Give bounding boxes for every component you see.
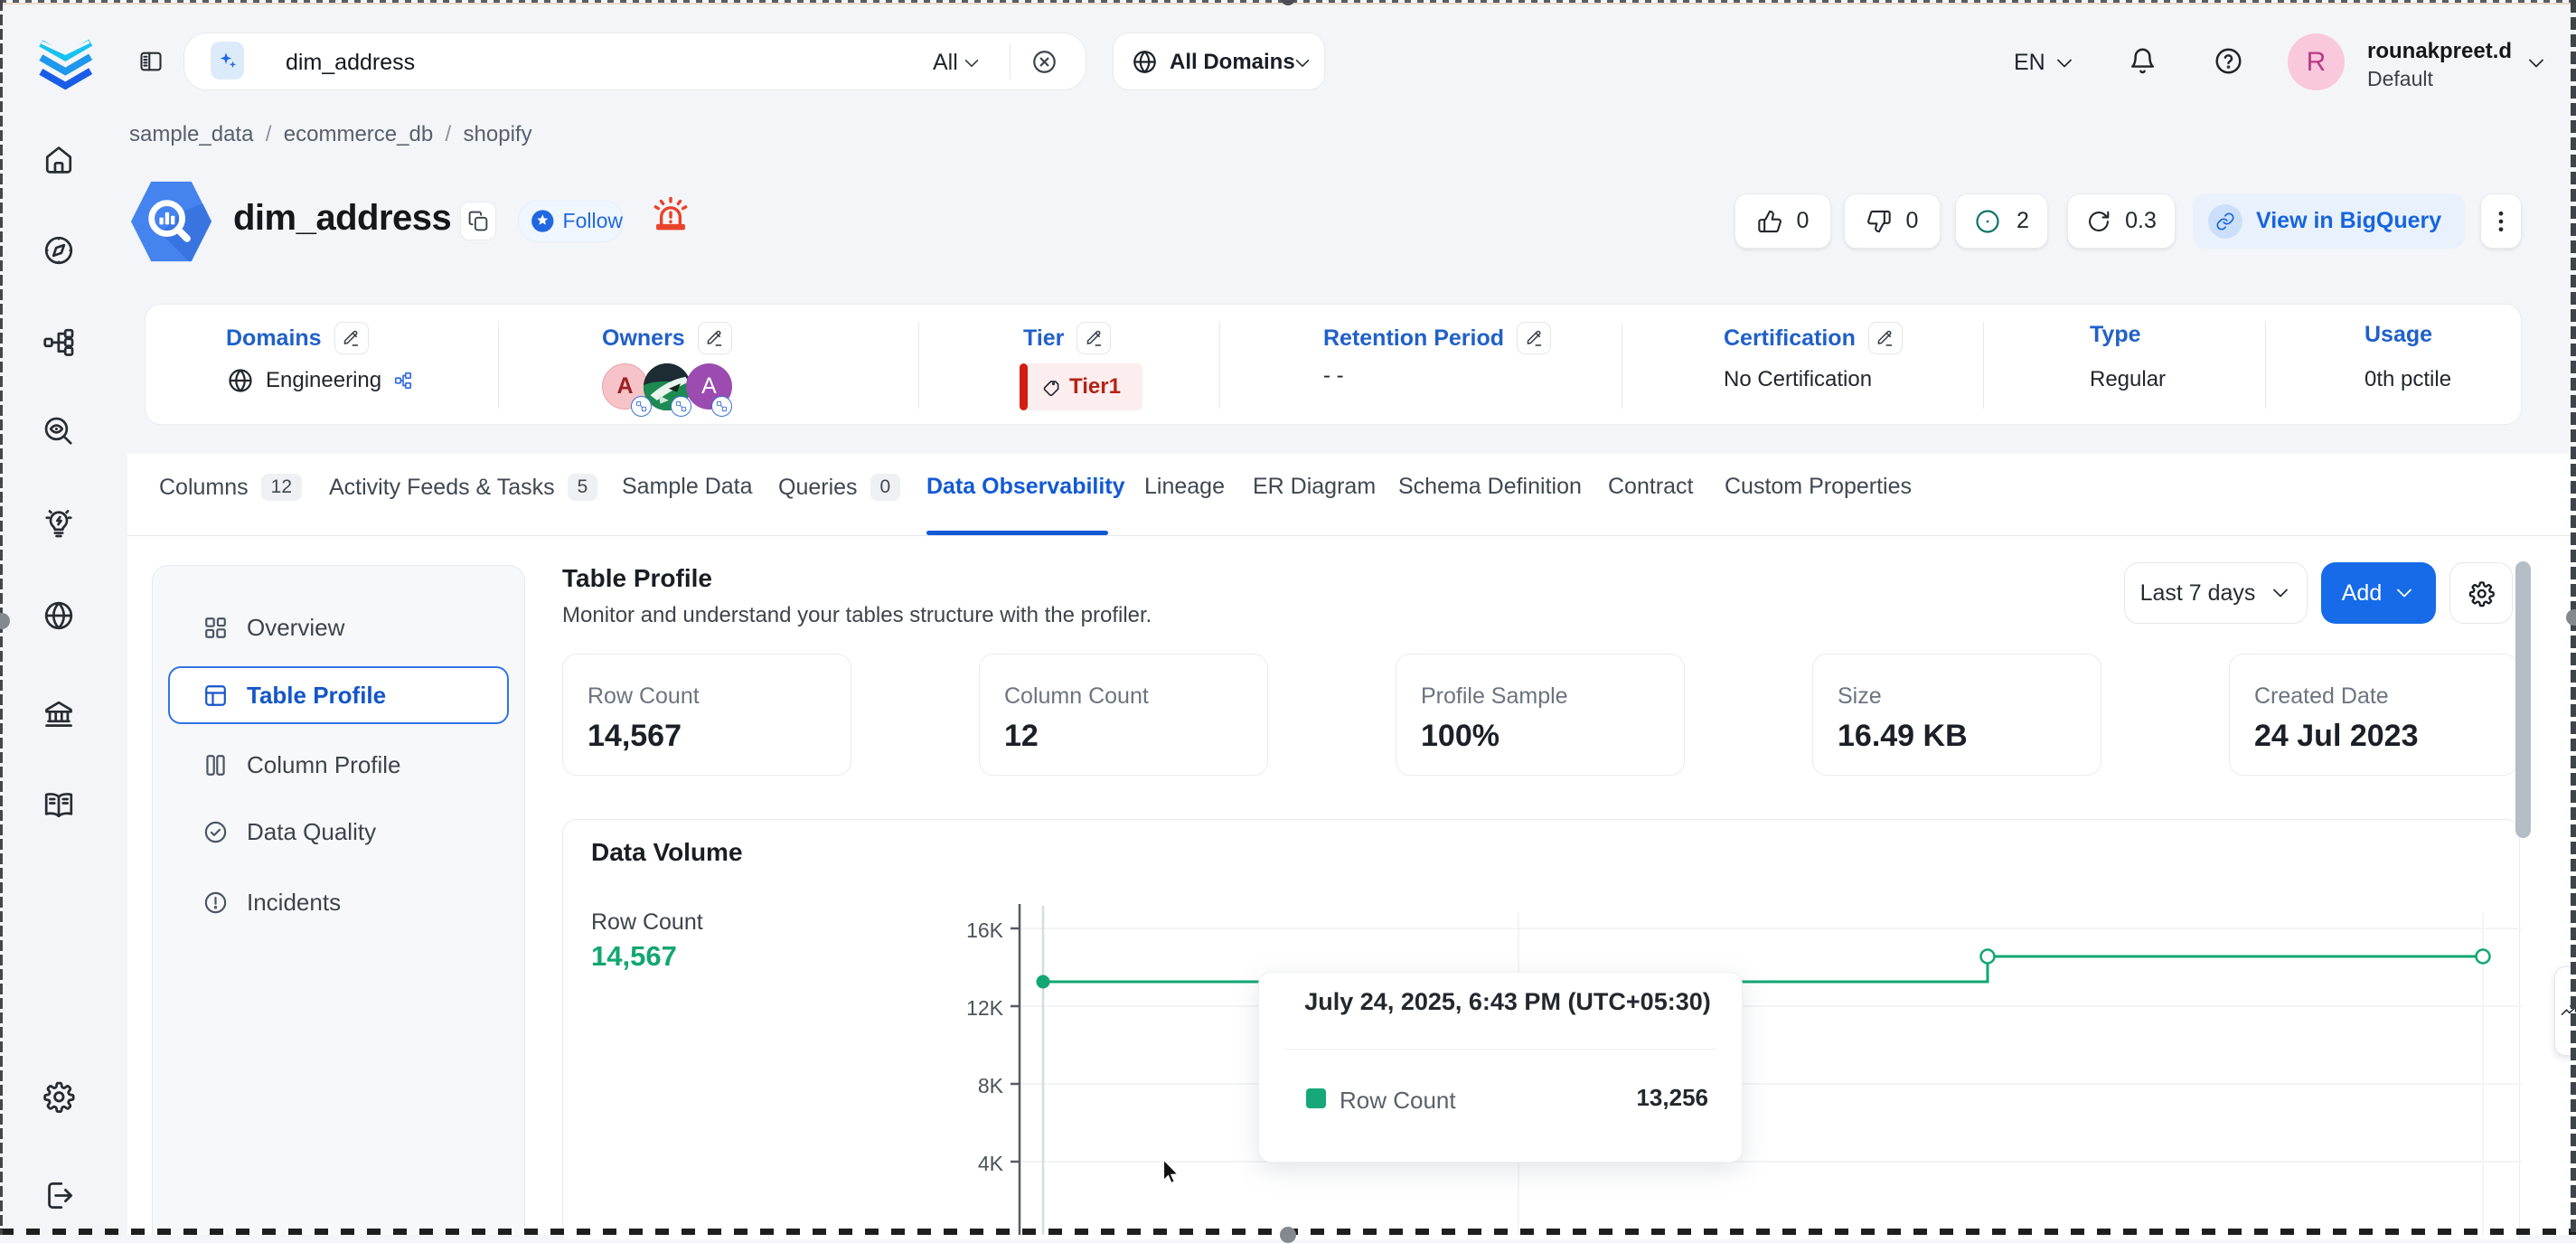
svg-text:8K: 8K (978, 1074, 1004, 1097)
svg-text:4K: 4K (978, 1152, 1004, 1175)
svg-text:16K: 16K (966, 918, 1004, 942)
svg-text:12K: 12K (966, 996, 1004, 1020)
